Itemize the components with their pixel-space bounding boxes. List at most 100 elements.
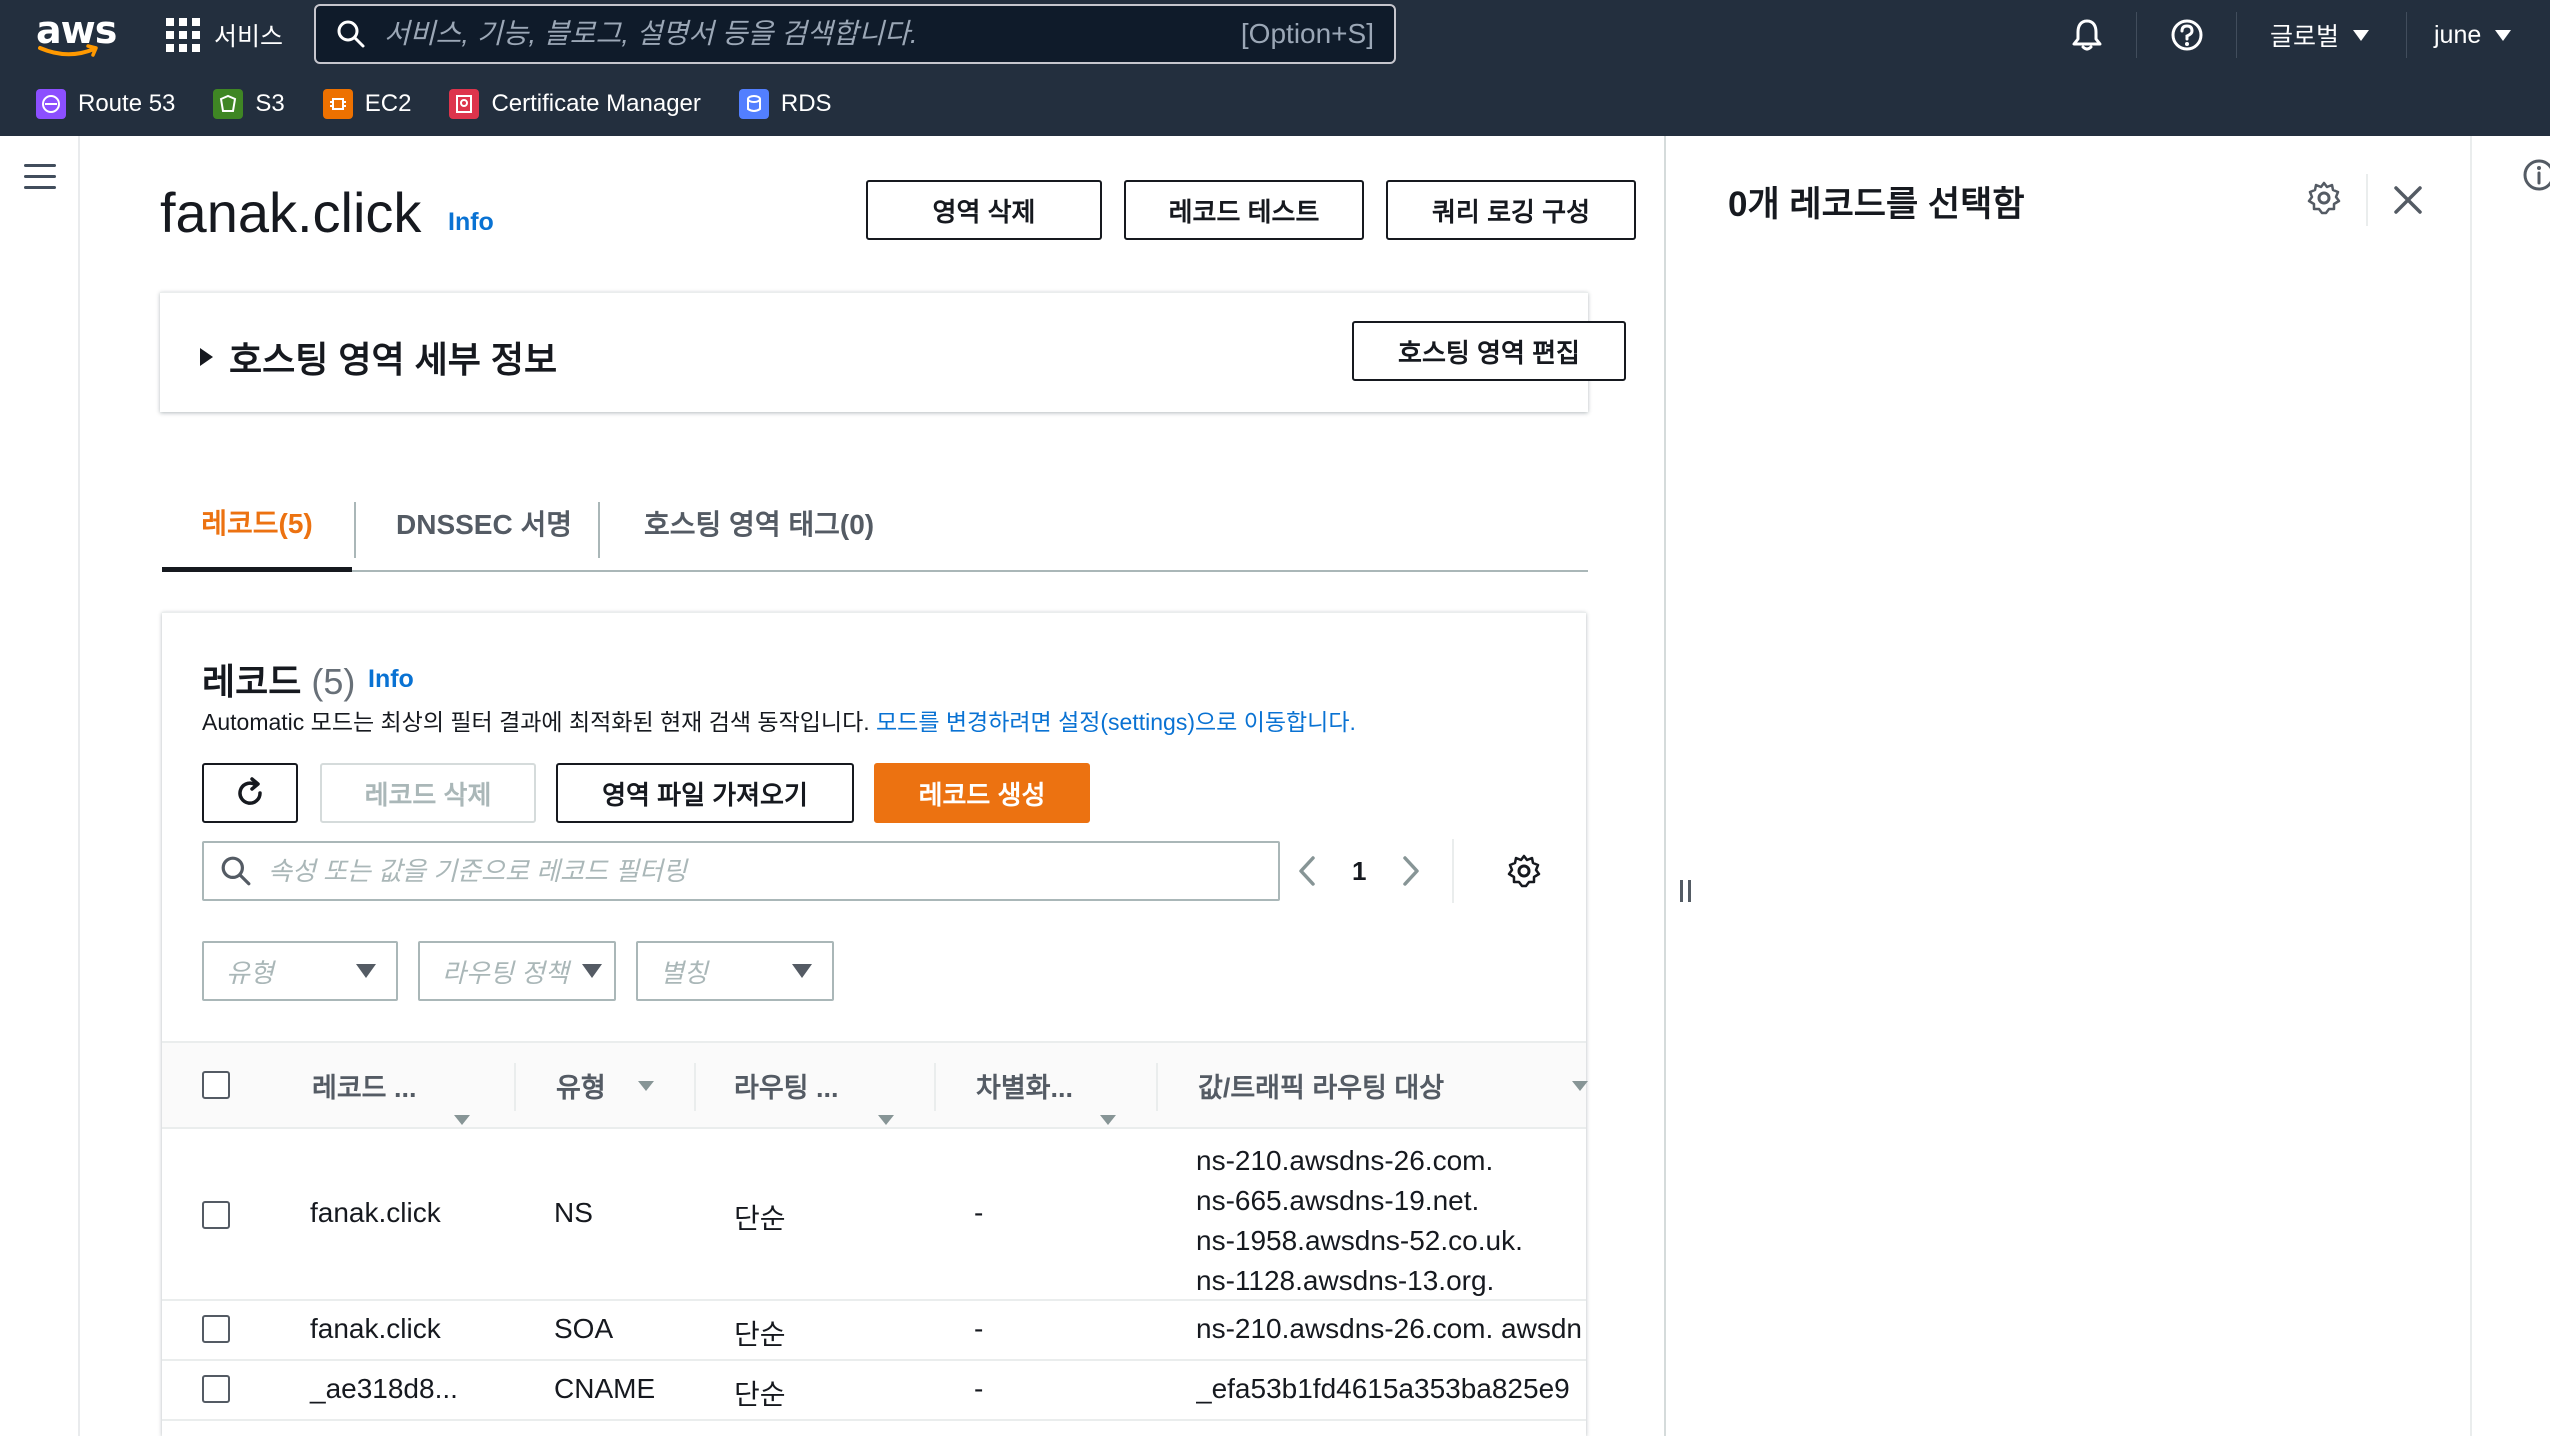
split-panel-header-divider <box>2366 174 2368 226</box>
info-icon[interactable] <box>2522 158 2550 192</box>
close-icon[interactable] <box>2392 184 2424 216</box>
hosted-zone-details-toggle[interactable]: 호스팅 영역 세부 정보 <box>200 331 557 383</box>
nav-divider <box>2406 12 2407 58</box>
record-name-cell: fanak.click <box>310 1197 441 1228</box>
bell-icon <box>2072 19 2102 51</box>
column-header-routing-policy[interactable]: 라우팅 ... <box>734 1043 839 1127</box>
column-header-value[interactable]: 값/트래픽 라우팅 대상 <box>1198 1043 1444 1127</box>
table-row[interactable]: _ae318d8... CNAME 단순 - _efa53b1fd4615a35… <box>162 1361 1586 1421</box>
caret-down-icon <box>2353 29 2370 41</box>
records-description-text: Automatic 모드는 최상의 필터 결과에 최적화된 현재 검색 동작입니… <box>202 709 870 735</box>
split-panel: 0개 레코드를 선택함 <box>1666 136 2470 1436</box>
settings-link[interactable]: 모드를 변경하려면 설정(settings)으로 이동합니다. <box>876 709 1356 735</box>
services-grid-icon <box>166 18 200 52</box>
page-number[interactable]: 1 <box>1352 856 1366 887</box>
nav-divider <box>2236 12 2237 58</box>
select-all-checkbox[interactable] <box>202 1071 230 1099</box>
sort-icon[interactable] <box>1100 1115 1116 1125</box>
chevron-right-icon[interactable] <box>1400 854 1422 888</box>
favorites-bar: Route 53 S3 EC2 Certificate Manager RDS <box>0 80 2550 128</box>
records-filter-box[interactable] <box>202 841 1280 901</box>
gear-icon[interactable] <box>1506 853 1542 889</box>
help-icon <box>2171 19 2203 51</box>
records-count: (5) <box>311 661 356 702</box>
routing-policy-filter-select[interactable]: 라우팅 정책 <box>418 941 616 1001</box>
column-header-type[interactable]: 유형 <box>556 1043 606 1127</box>
right-tools-rail <box>2470 136 2550 1436</box>
route53-icon <box>36 89 66 119</box>
sort-icon[interactable] <box>1572 1081 1588 1091</box>
column-divider[interactable] <box>694 1063 696 1111</box>
differentiator-cell: - <box>974 1197 984 1228</box>
split-panel-resize-handle[interactable] <box>1680 880 1691 902</box>
row-checkbox[interactable] <box>202 1315 230 1343</box>
tab-divider <box>354 502 356 558</box>
records-filter-input[interactable] <box>268 855 1278 887</box>
value-cell: ns-210.awsdns-26.com. awsdn <box>1196 1313 1582 1344</box>
row-checkbox[interactable] <box>202 1201 230 1229</box>
value-line: ns-210.awsdns-26.com. <box>1196 1145 1494 1176</box>
alias-filter-select[interactable]: 별칭 <box>636 941 834 1001</box>
page-title: fanak.click <box>160 181 422 244</box>
edit-hosted-zone-button[interactable]: 호스팅 영역 편집 <box>1352 321 1626 381</box>
rds-icon <box>738 89 769 119</box>
aws-logo[interactable]: aws <box>36 8 117 62</box>
record-type-cell: NS <box>554 1197 593 1228</box>
records-info-link[interactable]: Info <box>368 665 414 694</box>
routing-filter-placeholder: 라우팅 정책 <box>442 957 569 988</box>
favorite-certificate-manager[interactable]: Certificate Manager <box>449 89 701 119</box>
sort-icon[interactable] <box>638 1081 654 1091</box>
column-divider[interactable] <box>1156 1063 1158 1111</box>
notifications-button[interactable] <box>2066 14 2108 56</box>
chevron-left-icon[interactable] <box>1296 854 1318 888</box>
favorite-s3[interactable]: S3 <box>213 89 285 119</box>
column-header-record-name[interactable]: 레코드 ... <box>312 1043 417 1127</box>
delete-record-button[interactable]: 레코드 삭제 <box>320 763 536 823</box>
global-search-input[interactable] <box>384 18 1241 50</box>
page-info-link[interactable]: Info <box>448 208 494 237</box>
create-record-button[interactable]: 레코드 생성 <box>874 763 1090 823</box>
type-filter-select[interactable]: 유형 <box>202 941 398 1001</box>
favorite-route53[interactable]: Route 53 <box>36 89 175 119</box>
menu-icon[interactable] <box>24 164 56 197</box>
tab-dnssec[interactable]: DNSSEC 서명 <box>396 476 572 570</box>
delete-zone-button[interactable]: 영역 삭제 <box>866 180 1102 240</box>
tab-hosted-zone-tags[interactable]: 호스팅 영역 태그(0) <box>644 476 874 570</box>
region-label: 글로벌 <box>2270 23 2340 51</box>
tab-records[interactable]: 레코드(5) <box>162 476 352 572</box>
import-zone-file-button[interactable]: 영역 파일 가져오기 <box>556 763 854 823</box>
test-record-button[interactable]: 레코드 테스트 <box>1124 180 1364 240</box>
table-row[interactable]: fanak.click NS 단순 - ns-210.awsdns-26.com… <box>162 1129 1586 1301</box>
services-menu-button[interactable]: 서비스 <box>166 14 283 56</box>
records-card: 레코드 (5) Info Automatic 모드는 최상의 필터 결과에 최적… <box>162 612 1588 1436</box>
favorite-label: Certificate Manager <box>491 90 701 117</box>
routing-policy-cell: 단순 <box>734 1319 786 1350</box>
search-icon <box>337 20 365 48</box>
s3-icon <box>213 89 244 119</box>
query-logging-button[interactable]: 쿼리 로깅 구성 <box>1386 180 1636 240</box>
gear-icon[interactable] <box>2306 180 2342 216</box>
user-menu[interactable]: june <box>2434 14 2512 56</box>
favorite-rds[interactable]: RDS <box>738 89 832 119</box>
column-header-differentiator[interactable]: 차별화... <box>976 1043 1073 1127</box>
split-panel-title: 0개 레코드를 선택함 <box>1728 185 2025 224</box>
favorite-ec2[interactable]: EC2 <box>322 89 412 119</box>
nav-divider <box>2136 12 2137 58</box>
sort-icon[interactable] <box>454 1115 470 1125</box>
refresh-button[interactable] <box>202 763 298 823</box>
user-label: june <box>2434 20 2482 49</box>
sort-icon[interactable] <box>878 1115 894 1125</box>
table-row[interactable]: fanak.click SOA 단순 - ns-210.awsdns-26.co… <box>162 1301 1586 1361</box>
column-divider[interactable] <box>514 1063 516 1111</box>
help-button[interactable] <box>2166 14 2208 56</box>
record-type-cell: CNAME <box>554 1373 656 1404</box>
row-checkbox[interactable] <box>202 1375 230 1403</box>
column-divider[interactable] <box>934 1063 936 1111</box>
certificate-manager-icon <box>449 89 480 119</box>
global-search-box[interactable]: [Option+S] <box>314 4 1396 64</box>
records-description: Automatic 모드는 최상의 필터 결과에 최적화된 현재 검색 동작입니… <box>202 703 1356 737</box>
region-selector[interactable]: 글로벌 <box>2270 14 2370 56</box>
favorite-label: EC2 <box>364 90 412 117</box>
table-header: 레코드 ... 유형 라우팅 ... 차별화... 값/트래픽 라우팅 대상 <box>162 1041 1588 1129</box>
favorite-label: Route 53 <box>78 90 176 117</box>
